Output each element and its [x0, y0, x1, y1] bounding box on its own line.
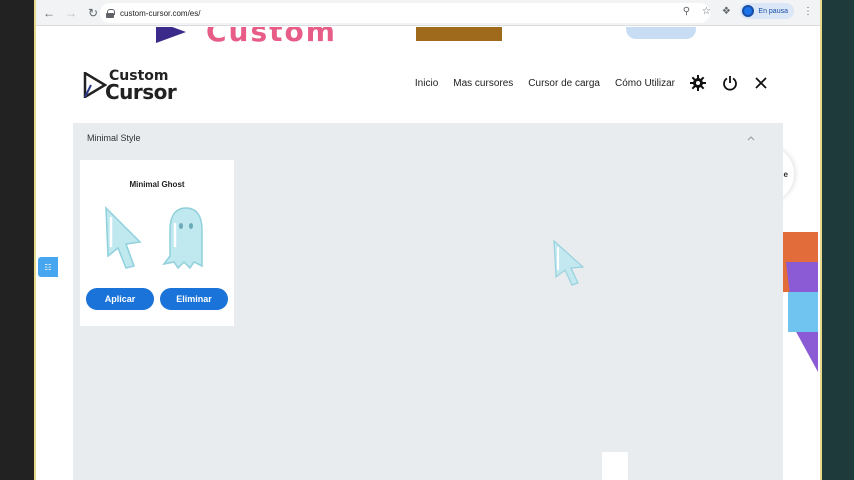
chevron-up-icon[interactable] [747, 134, 755, 142]
zoom-icon[interactable]: ⚲ [680, 6, 692, 17]
nav-cursor-de-carga[interactable]: Cursor de carga [528, 78, 600, 89]
current-arrow-cursor-icon [553, 239, 585, 286]
remove-button[interactable]: Eliminar [160, 288, 228, 310]
main-nav: Inicio Mas cursores Cursor de carga Cómo… [415, 78, 675, 89]
back-icon[interactable]: ← [40, 4, 58, 22]
profile-status: En pausa [758, 7, 788, 15]
url-text: custom-cursor.com/es/ [120, 8, 201, 18]
nav-inicio[interactable]: Inicio [415, 78, 438, 89]
nav-mas-cursores[interactable]: Mas cursores [453, 78, 513, 89]
logo[interactable]: Custom Cursor [83, 68, 183, 104]
power-icon[interactable] [722, 75, 738, 91]
ghost-cursor-icon [162, 207, 203, 270]
section-title: Minimal Style [87, 133, 141, 143]
cursor-card-title: Minimal Ghost [129, 180, 185, 189]
logo-text-big: Cursor [105, 80, 177, 104]
translate-side-tab[interactable]: ☷ [38, 257, 58, 277]
address-bar[interactable]: custom-cursor.com/es/ [100, 3, 710, 23]
cursor-card: Minimal Ghost Aplicar Eliminar [80, 160, 234, 326]
menu-kebab-icon[interactable]: ⋮ [802, 6, 814, 17]
bookmark-star-icon[interactable]: ☆ [700, 6, 712, 17]
browser-toolbar: ← → ↻ custom-cursor.com/es/ ⚲ ☆ ❖ En pau… [36, 0, 820, 26]
placeholder-shape [602, 452, 628, 480]
background-page: Custom ne Custom Cursor Inicio Mas curso… [36, 27, 820, 480]
background-banner-art: Custom [146, 27, 706, 48]
translate-icon: ☷ [44, 262, 52, 272]
settings-gear-icon[interactable] [690, 75, 706, 91]
arrow-cursor-icon [105, 206, 142, 269]
background-side-art [778, 232, 818, 402]
profile-button[interactable]: En pausa [740, 3, 794, 19]
browser-window: ← → ↻ custom-cursor.com/es/ ⚲ ☆ ❖ En pau… [34, 0, 822, 480]
lock-icon [106, 8, 115, 18]
video-border-right [822, 0, 854, 480]
nav-como-utilizar[interactable]: Cómo Utilizar [615, 78, 675, 89]
extension-overlay: Custom Cursor Inicio Mas cursores Cursor… [73, 45, 783, 480]
close-icon[interactable] [753, 75, 769, 91]
video-border-left [0, 0, 34, 480]
avatar [742, 5, 755, 17]
forward-icon[interactable]: → [62, 4, 80, 22]
logo-arrow-icon [83, 72, 107, 98]
overlay-header: Custom Cursor Inicio Mas cursores Cursor… [73, 45, 783, 123]
extensions-puzzle-icon[interactable]: ❖ [720, 6, 732, 17]
apply-button[interactable]: Aplicar [86, 288, 154, 310]
